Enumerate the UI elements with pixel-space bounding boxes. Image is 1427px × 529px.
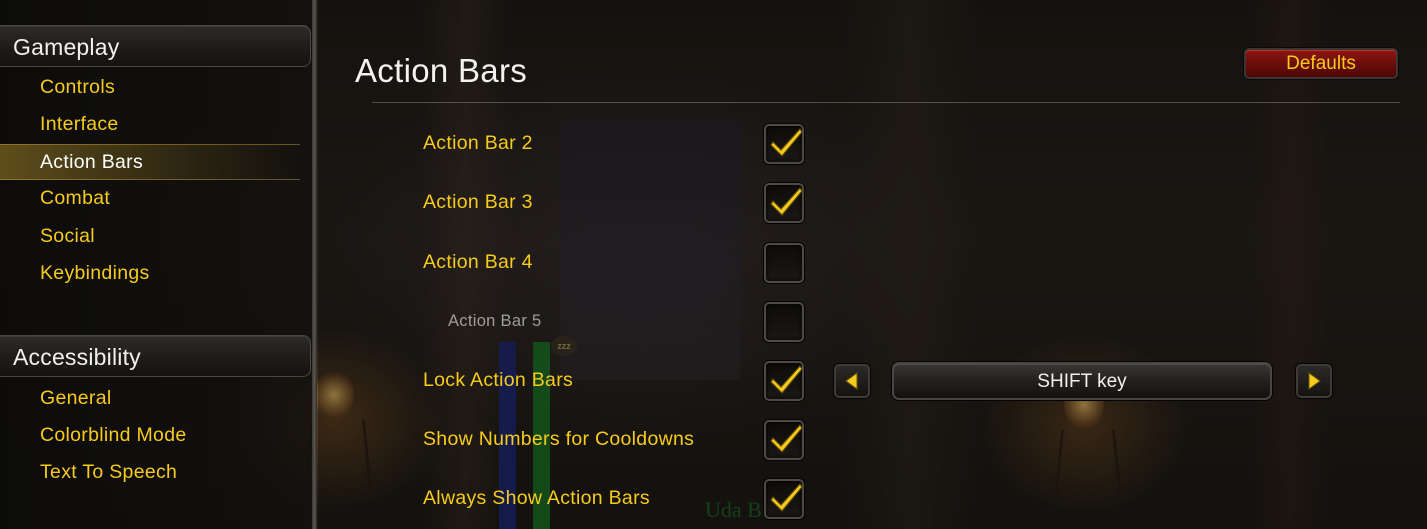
sidebar-item-label: Controls	[40, 76, 116, 98]
lock-action-bars-checkbox[interactable]	[764, 361, 804, 401]
sidebar-item-social[interactable]: Social	[0, 219, 300, 253]
sidebar-item-combat[interactable]: Combat	[0, 181, 300, 215]
lock-modifier-dropdown[interactable]: SHIFT key	[892, 362, 1272, 400]
option-label-action-bar-2: Action Bar 2	[423, 132, 533, 154]
sidebar-item-label: Colorblind Mode	[40, 424, 187, 446]
arrow-left-icon	[845, 372, 858, 390]
title-divider	[372, 102, 1400, 103]
checkmark-icon	[770, 128, 803, 157]
section-header-gameplay[interactable]: Gameplay	[0, 25, 311, 67]
section-title: Accessibility	[13, 344, 141, 370]
show-numbers-for-cooldowns-checkbox[interactable]	[764, 420, 804, 460]
sidebar-item-label: Action Bars	[40, 151, 144, 173]
arrow-right-icon	[1308, 372, 1321, 390]
modifier-prev-button[interactable]	[834, 364, 870, 398]
sidebar-item-label: Text To Speech	[40, 461, 178, 483]
checkmark-icon	[770, 424, 803, 453]
modifier-next-button[interactable]	[1296, 364, 1332, 398]
option-label-show-numbers-for-cooldowns: Show Numbers for Cooldowns	[423, 428, 695, 450]
action-bar-2-checkbox[interactable]	[764, 124, 804, 164]
action-bar-4-checkbox[interactable]	[764, 243, 804, 283]
option-label-action-bar-4: Action Bar 4	[423, 251, 533, 273]
sidebar-item-controls[interactable]: Controls	[0, 70, 300, 104]
sidebar-item-interface[interactable]: Interface	[0, 107, 300, 141]
action-bar-5-checkbox[interactable]	[764, 302, 804, 342]
option-label-lock-action-bars: Lock Action Bars	[423, 369, 574, 391]
sidebar-item-general[interactable]: General	[0, 381, 300, 415]
sidebar-item-label: Social	[40, 225, 95, 247]
checkmark-icon	[770, 187, 803, 216]
section-header-accessibility[interactable]: Accessibility	[0, 335, 311, 377]
sidebar-item-text-to-speech[interactable]: Text To Speech	[0, 455, 300, 489]
sidebar-item-label: General	[40, 387, 112, 409]
option-label-always-show-action-bars: Always Show Action Bars	[423, 487, 650, 509]
lock-modifier-value: SHIFT key	[1037, 371, 1127, 392]
sidebar-item-label: Keybindings	[40, 262, 150, 284]
checkmark-icon	[770, 365, 803, 394]
sidebar-item-colorblind-mode[interactable]: Colorblind Mode	[0, 418, 300, 452]
sidebar-item-keybindings[interactable]: Keybindings	[0, 256, 300, 290]
section-title: Gameplay	[13, 34, 120, 60]
option-label-action-bar-5: Action Bar 5	[448, 312, 542, 330]
settings-sidebar: Gameplay Controls Interface Action Bars …	[0, 0, 316, 529]
checkmark-icon	[770, 483, 803, 512]
sidebar-item-label: Combat	[40, 187, 111, 209]
defaults-button[interactable]: Defaults	[1244, 48, 1398, 79]
page-title: Action Bars	[355, 52, 528, 89]
always-show-action-bars-checkbox[interactable]	[764, 479, 804, 519]
sidebar-item-action-bars[interactable]: Action Bars	[0, 144, 300, 180]
option-label-action-bar-3: Action Bar 3	[423, 191, 533, 213]
sidebar-divider	[312, 0, 317, 529]
action-bar-3-checkbox[interactable]	[764, 183, 804, 223]
sidebar-item-label: Interface	[40, 113, 119, 135]
